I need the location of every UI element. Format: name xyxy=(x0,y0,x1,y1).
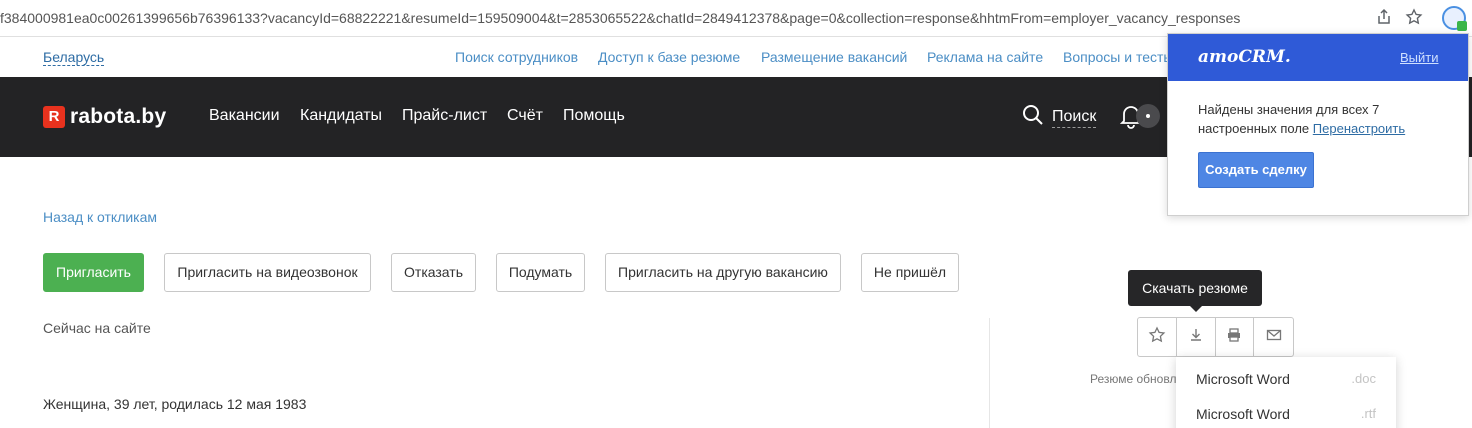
format-label: Microsoft Word xyxy=(1196,371,1290,387)
amocrm-extension-icon[interactable] xyxy=(1442,6,1467,31)
column-divider xyxy=(989,318,990,428)
toplink-resume-database[interactable]: Доступ к базе резюме xyxy=(598,49,740,65)
format-label: Microsoft Word xyxy=(1196,406,1290,422)
download-rtf-option[interactable]: Microsoft Word .rtf xyxy=(1196,406,1376,426)
download-resume-tooltip: Скачать резюме xyxy=(1128,270,1262,312)
notification-badge xyxy=(1136,104,1160,128)
nav-item-account[interactable]: Счёт xyxy=(507,107,543,125)
logo-text: rabota.by xyxy=(70,105,167,128)
download-doc-option[interactable]: Microsoft Word .doc xyxy=(1196,371,1376,391)
download-format-dropdown: Microsoft Word .doc Microsoft Word .rtf xyxy=(1176,357,1396,428)
resume-updated-label: Резюме обновл xyxy=(1090,372,1177,386)
resume-actions-toolbar xyxy=(1137,317,1294,357)
printer-icon xyxy=(1226,327,1242,348)
no-show-button[interactable]: Не пришёл xyxy=(861,253,959,292)
amocrm-reconfigure-link[interactable]: Перенастроить xyxy=(1313,121,1405,136)
toplink-find-employees[interactable]: Поиск сотрудников xyxy=(455,49,578,65)
nav-item-candidates[interactable]: Кандидаты xyxy=(300,107,382,125)
nav-item-price-list[interactable]: Прайс-лист xyxy=(402,107,487,125)
email-button[interactable] xyxy=(1254,318,1293,356)
toplink-post-vacancies[interactable]: Размещение вакансий xyxy=(761,49,907,65)
amocrm-popup: amoCRM. Выйти Найдены значения для всех … xyxy=(1167,33,1469,216)
amocrm-message: Найдены значения для всех 7 настроенных … xyxy=(1198,100,1448,138)
browser-url-bar: f384000981ea0c00261399656b76396133?vacan… xyxy=(0,0,1472,37)
star-icon[interactable] xyxy=(1404,8,1424,28)
back-to-responses-link[interactable]: Назад к откликам xyxy=(43,209,157,225)
invite-button[interactable]: Пригласить xyxy=(43,253,144,292)
online-status: Сейчас на сайте xyxy=(43,320,151,336)
format-extension: .rtf xyxy=(1360,406,1376,421)
extension-status-dot xyxy=(1457,21,1467,31)
search-icon xyxy=(1022,104,1044,131)
search-label: Поиск xyxy=(1052,107,1097,128)
url-text[interactable]: f384000981ea0c00261399656b76396133?vacan… xyxy=(0,10,1360,26)
favorite-button[interactable] xyxy=(1138,318,1177,356)
amocrm-header: amoCRM. Выйти xyxy=(1168,34,1468,81)
invite-other-vacancy-button[interactable]: Пригласить на другую вакансию xyxy=(605,253,841,292)
site-logo[interactable]: R rabota.by xyxy=(43,105,166,129)
create-deal-button[interactable]: Создать сделку xyxy=(1198,152,1314,188)
nav-item-help[interactable]: Помощь xyxy=(563,107,625,125)
envelope-icon xyxy=(1266,327,1282,348)
invite-video-call-button[interactable]: Пригласить на видеозвонок xyxy=(164,253,371,292)
nav-item-vacancies[interactable]: Вакансии xyxy=(209,107,280,125)
page: f384000981ea0c00261399656b76396133?vacan… xyxy=(0,0,1472,428)
download-icon xyxy=(1188,327,1204,348)
reject-button[interactable]: Отказать xyxy=(391,253,476,292)
star-icon xyxy=(1148,325,1166,349)
candidate-bio: Женщина, 39 лет, родилась 12 мая 1983 xyxy=(43,396,307,412)
format-extension: .doc xyxy=(1351,371,1376,386)
toplink-advertising[interactable]: Реклама на сайте xyxy=(927,49,1043,65)
print-button[interactable] xyxy=(1216,318,1255,356)
region-selector[interactable]: Беларусь xyxy=(43,49,105,66)
amocrm-logo: amoCRM. xyxy=(1198,47,1291,67)
download-button[interactable] xyxy=(1177,318,1216,356)
amocrm-logout-link[interactable]: Выйти xyxy=(1400,50,1439,65)
share-icon[interactable] xyxy=(1374,8,1394,28)
search-button[interactable]: Поиск xyxy=(1022,104,1097,131)
toplink-questions[interactable]: Вопросы и тесты xyxy=(1063,49,1173,65)
think-button[interactable]: Подумать xyxy=(496,253,585,292)
logo-mark: R xyxy=(43,106,65,128)
